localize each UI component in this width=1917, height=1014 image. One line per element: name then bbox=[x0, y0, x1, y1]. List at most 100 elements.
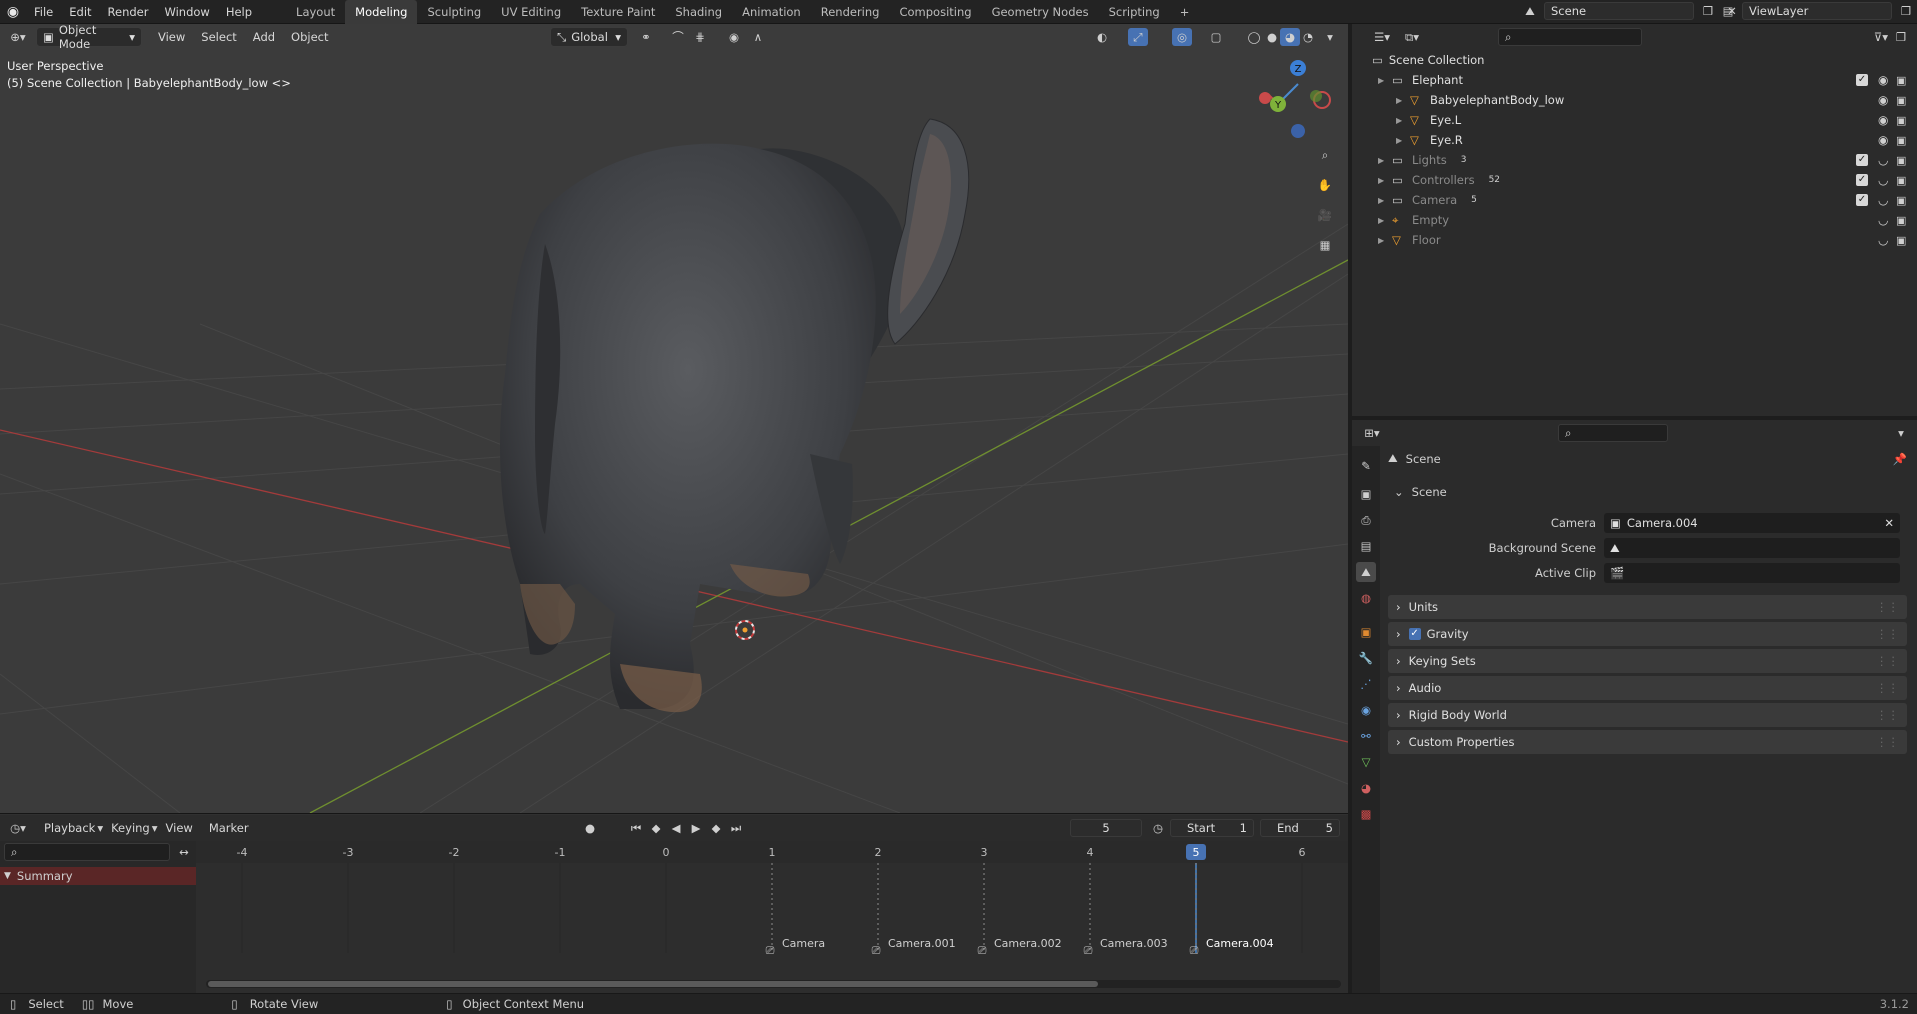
display-mode-icon[interactable]: ⧉▾ bbox=[1402, 28, 1422, 46]
camera-render-icon[interactable]: ▣ bbox=[1896, 134, 1906, 147]
outliner-row-controllers[interactable]: ▶ ▭ Controllers 52 ✓ ◡ ▣ bbox=[1352, 170, 1917, 190]
end-frame-field[interactable]: End 5 bbox=[1260, 819, 1340, 837]
exclude-checkbox[interactable]: ✓ bbox=[1856, 74, 1868, 86]
filter-icon[interactable]: ⊽▾ bbox=[1871, 28, 1891, 46]
shading-options-icon[interactable]: ▾ bbox=[1320, 28, 1340, 46]
panel-gravity[interactable]: › ✓ Gravity ⋮⋮ bbox=[1388, 622, 1907, 646]
drag-handle-icon[interactable]: ⋮⋮ bbox=[1876, 627, 1899, 641]
tab-compositing[interactable]: Compositing bbox=[889, 0, 981, 24]
marker-camera-icon[interactable]: ⎚ bbox=[1190, 944, 1199, 957]
blender-logo-icon[interactable]: ◉ bbox=[0, 4, 26, 20]
hidden-eye-icon[interactable]: ◡ bbox=[1878, 233, 1888, 247]
timeline-menu-marker[interactable]: Marker bbox=[201, 818, 257, 838]
outliner-row-eye-l[interactable]: ▶ ▽ Eye.L ◉ ▣ bbox=[1352, 110, 1917, 130]
overlay-toggle-icon[interactable]: ◎ bbox=[1172, 28, 1192, 46]
jump-keyframe-forward-icon[interactable]: ◆ bbox=[706, 819, 726, 837]
exclude-checkbox[interactable]: ✓ bbox=[1856, 154, 1868, 166]
particles-tab-icon[interactable]: ⋰ bbox=[1356, 674, 1376, 694]
visibility-icon[interactable]: ◐ bbox=[1092, 28, 1112, 46]
eye-icon[interactable]: ◉ bbox=[1878, 93, 1888, 107]
swap-icon[interactable]: ↔ bbox=[174, 843, 194, 861]
channel-search-input[interactable]: ⌕ bbox=[4, 843, 170, 861]
marker-camera-icon[interactable]: ⎚ bbox=[766, 944, 775, 957]
exclude-checkbox[interactable]: ✓ bbox=[1856, 174, 1868, 186]
tab-animation[interactable]: Animation bbox=[732, 0, 811, 24]
camera-render-icon[interactable]: ▣ bbox=[1896, 214, 1906, 227]
viewport-menu-add[interactable]: Add bbox=[245, 27, 283, 47]
panel-audio[interactable]: › Audio ⋮⋮ bbox=[1388, 676, 1907, 700]
tab-rendering[interactable]: Rendering bbox=[811, 0, 890, 24]
viewlayer-icon[interactable]: ▤ bbox=[1718, 2, 1738, 20]
neg-z-axis-icon[interactable] bbox=[1291, 124, 1305, 138]
snap-target-icon[interactable]: ⋕ bbox=[690, 28, 710, 46]
expand-triangle-icon[interactable]: ▶ bbox=[1396, 96, 1410, 105]
eye-icon[interactable]: ◉ bbox=[1878, 73, 1888, 87]
elephant-model[interactable] bbox=[500, 118, 970, 713]
constraints-tab-icon[interactable]: ⚯ bbox=[1356, 726, 1376, 746]
outliner-row-lights[interactable]: ▶ ▭ Lights 3 ✓ ◡ ▣ bbox=[1352, 150, 1917, 170]
marker-label[interactable]: Camera.002 bbox=[994, 937, 1062, 950]
timeline-editor-type-icon[interactable]: ◷▾ bbox=[8, 819, 28, 837]
record-icon[interactable]: ● bbox=[580, 819, 600, 837]
marker-label[interactable]: Camera.004 bbox=[1206, 937, 1274, 950]
modifier-tab-icon[interactable]: 🔧 bbox=[1356, 648, 1376, 668]
expand-triangle-icon[interactable]: ▶ bbox=[1378, 216, 1392, 225]
preview-range-icon[interactable]: ◷ bbox=[1148, 819, 1168, 837]
jump-start-icon[interactable]: ⏮ bbox=[626, 819, 646, 837]
xray-icon[interactable]: ▢ bbox=[1206, 28, 1226, 46]
tab-scripting[interactable]: Scripting bbox=[1099, 0, 1170, 24]
outliner-row-camera[interactable]: ▶ ▭ Camera 5 ✓ ◡ ▣ bbox=[1352, 190, 1917, 210]
tab-layout[interactable]: Layout bbox=[286, 0, 345, 24]
viewport-menu-select[interactable]: Select bbox=[193, 27, 244, 47]
exclude-checkbox[interactable]: ✓ bbox=[1856, 194, 1868, 206]
transform-orientation-selector[interactable]: ⤡ Global ▾ bbox=[550, 27, 628, 47]
3d-viewport[interactable] bbox=[0, 24, 1348, 813]
material-shading-icon[interactable]: ◕ bbox=[1280, 28, 1300, 46]
eye-icon[interactable]: ◉ bbox=[1878, 133, 1888, 147]
properties-options-icon[interactable]: ▾ bbox=[1891, 424, 1911, 442]
marker-label[interactable]: Camera.003 bbox=[1100, 937, 1168, 950]
tool-tab-icon[interactable]: ✎ bbox=[1356, 456, 1376, 476]
marker-camera-icon[interactable]: ⎚ bbox=[872, 944, 881, 957]
marker-camera-icon[interactable]: ⎚ bbox=[1084, 944, 1093, 957]
zoom-icon[interactable]: ⌕ bbox=[1312, 142, 1338, 168]
pivot-point-icon[interactable]: ⚭ bbox=[636, 28, 656, 46]
outliner-row-elephant[interactable]: ▶ ▭ Elephant ✓ ◉ ▣ bbox=[1352, 70, 1917, 90]
eye-icon[interactable]: ◡ bbox=[1878, 153, 1888, 167]
new-viewlayer-icon[interactable]: ❐ bbox=[1896, 2, 1916, 20]
viewport-menu-object[interactable]: Object bbox=[283, 27, 336, 47]
material-tab-icon[interactable]: ◕ bbox=[1356, 778, 1376, 798]
panel-custom-properties[interactable]: › Custom Properties ⋮⋮ bbox=[1388, 730, 1907, 754]
properties-editor-type-icon[interactable]: ⊞▾ bbox=[1362, 424, 1382, 442]
render-tab-icon[interactable]: ▣ bbox=[1356, 484, 1376, 504]
outliner-search-input[interactable]: ⌕ bbox=[1498, 28, 1642, 46]
expand-triangle-icon[interactable]: ▶ bbox=[1378, 196, 1392, 205]
camera-render-icon[interactable]: ▣ bbox=[1896, 154, 1906, 167]
current-frame-field[interactable]: 5 bbox=[1070, 819, 1142, 837]
camera-render-icon[interactable]: ▣ bbox=[1896, 194, 1906, 207]
wireframe-shading-icon[interactable]: ◯ bbox=[1244, 28, 1264, 46]
gravity-checkbox[interactable]: ✓ bbox=[1408, 628, 1421, 640]
camera-render-icon[interactable]: ▣ bbox=[1896, 114, 1906, 127]
play-reverse-icon[interactable]: ◀ bbox=[666, 819, 686, 837]
add-workspace-button[interactable]: + bbox=[1170, 0, 1200, 24]
outliner-row-babyelephantbody-low[interactable]: ▶ ▽ BabyelephantBody_low ◉ ▣ bbox=[1352, 90, 1917, 110]
timeline-scrollbar-track[interactable] bbox=[206, 980, 1341, 988]
ortho-grid-icon[interactable]: ▦ bbox=[1312, 232, 1338, 258]
jump-keyframe-back-icon[interactable]: ◆ bbox=[646, 819, 666, 837]
scene-tab-icon[interactable]: ⛰ bbox=[1356, 562, 1376, 582]
eye-icon[interactable]: ◡ bbox=[1878, 193, 1888, 207]
expand-triangle-icon[interactable]: ▶ bbox=[1396, 136, 1410, 145]
camera-render-icon[interactable]: ▣ bbox=[1896, 234, 1906, 247]
menu-window[interactable]: Window bbox=[156, 0, 217, 24]
rendered-shading-icon[interactable]: ◔ bbox=[1298, 28, 1318, 46]
3d-cursor-icon[interactable] bbox=[735, 620, 755, 640]
tab-texture-paint[interactable]: Texture Paint bbox=[571, 0, 665, 24]
menu-edit[interactable]: Edit bbox=[61, 0, 99, 24]
timeline-menu-playback[interactable]: Playback bbox=[36, 818, 103, 838]
outliner-row-floor[interactable]: ▶ ▽ Floor ◡ ▣ bbox=[1352, 230, 1917, 250]
tab-geometry-nodes[interactable]: Geometry Nodes bbox=[982, 0, 1099, 24]
new-scene-icon[interactable]: ❐ bbox=[1698, 2, 1718, 20]
solid-shading-icon[interactable]: ● bbox=[1262, 28, 1282, 46]
camera-field[interactable]: ▣ Camera.004 ✕ bbox=[1604, 513, 1900, 533]
